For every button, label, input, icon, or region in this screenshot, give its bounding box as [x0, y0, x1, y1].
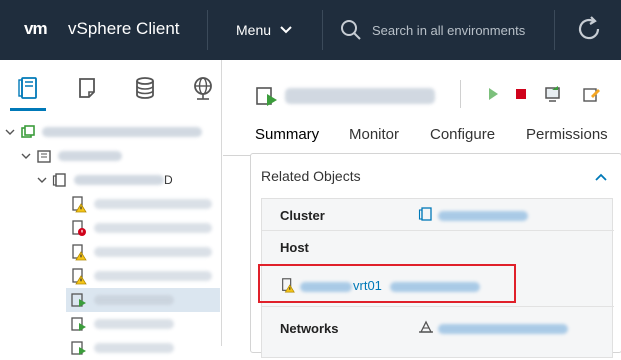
tree-item-label [94, 223, 212, 233]
power-off-icon[interactable] [511, 84, 531, 104]
object-tabs: Summary Monitor Configure Permissions [223, 120, 621, 156]
tab-monitor[interactable]: Monitor [349, 126, 399, 156]
related-row-host: Host [262, 231, 614, 263]
storage-icon[interactable] [131, 74, 159, 102]
active-tab-indicator [10, 108, 46, 111]
tree-item-label [94, 319, 174, 329]
related-objects-card: Related Objects Cluster Host vrt01 Netwo… [250, 153, 621, 358]
tree-item[interactable] [70, 216, 222, 240]
tree-item-label [74, 175, 164, 185]
row-label: Host [280, 240, 309, 255]
menu-button[interactable]: Menu [222, 14, 307, 46]
refresh-icon[interactable] [574, 14, 604, 44]
tree-item-label [94, 247, 212, 257]
vmware-logo[interactable]: vm [24, 19, 52, 41]
header-divider [554, 10, 555, 50]
tree-item[interactable] [70, 192, 222, 216]
row-label: Cluster [280, 208, 325, 223]
annotation-highlight-box [258, 264, 516, 303]
vms-and-templates-icon[interactable] [74, 74, 102, 102]
app-header: vm vSphere Client Menu [0, 0, 621, 60]
vcenter-icon [21, 125, 35, 138]
app-title[interactable]: vSphere Client [68, 19, 180, 39]
cluster-link[interactable] [438, 211, 528, 221]
tree-item-selected[interactable] [66, 288, 220, 312]
menu-label: Menu [236, 22, 272, 38]
cluster-icon [52, 173, 66, 187]
tree-item[interactable] [4, 120, 222, 144]
caret-down-icon[interactable] [4, 126, 16, 138]
caret-down-icon[interactable] [36, 174, 48, 186]
power-on-icon[interactable] [483, 84, 503, 104]
host-error-icon [72, 220, 86, 236]
host-warning-icon [72, 196, 87, 213]
tree-item-label [94, 199, 212, 209]
tree-item[interactable] [20, 144, 222, 168]
hosts-and-clusters-icon[interactable] [16, 74, 44, 102]
tree-item[interactable] [70, 240, 222, 264]
tree-item[interactable]: D [36, 168, 222, 192]
header-divider [207, 10, 208, 50]
tree-item-label [42, 127, 202, 137]
chevron-up-icon[interactable] [595, 172, 607, 182]
tab-configure[interactable]: Configure [430, 126, 495, 156]
vm-icon [71, 317, 86, 331]
related-row-networks: Networks [262, 307, 614, 359]
host-warning-icon [72, 244, 87, 261]
launch-console-icon[interactable] [543, 84, 563, 104]
object-title [285, 88, 435, 104]
tree-item-label-suffix: D [164, 173, 173, 187]
caret-down-icon[interactable] [20, 150, 32, 162]
header-divider [322, 10, 323, 50]
host-warning-icon [72, 268, 87, 285]
networking-icon[interactable] [189, 74, 217, 102]
search-input[interactable] [370, 21, 540, 39]
tree-item-label [58, 151, 122, 161]
card-title: Related Objects [261, 168, 361, 184]
vm-icon [256, 87, 277, 106]
chevron-down-icon [280, 26, 292, 34]
tree-item[interactable] [70, 312, 222, 336]
tree-item-label [94, 271, 212, 281]
tab-summary[interactable]: Summary [255, 126, 320, 156]
navigator-tabs [0, 60, 222, 112]
object-detail-panel: Summary Monitor Configure Permissions Re… [223, 60, 621, 358]
network-link[interactable] [438, 324, 568, 334]
datacenter-icon [37, 150, 51, 163]
cluster-icon [418, 207, 432, 221]
network-icon [419, 320, 433, 333]
related-row-cluster: Cluster [262, 199, 614, 231]
global-search[interactable] [340, 14, 540, 46]
navigator-panel: D [0, 60, 222, 355]
tree-item-label [94, 295, 174, 305]
tree-item-label [94, 343, 174, 353]
tree-item[interactable] [70, 264, 222, 288]
row-label: Networks [280, 321, 339, 336]
search-icon [341, 20, 361, 40]
edit-settings-icon[interactable] [581, 84, 601, 104]
actions-divider [460, 80, 461, 108]
tab-permissions[interactable]: Permissions [526, 126, 608, 156]
vm-icon [71, 293, 86, 307]
tree-item[interactable] [70, 336, 222, 360]
vm-icon [71, 341, 86, 355]
